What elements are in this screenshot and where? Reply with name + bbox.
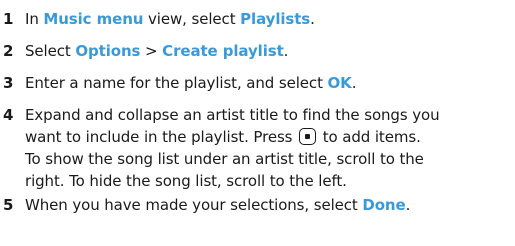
step-line: Expand and collapse an artist title to f… — [25, 106, 440, 124]
step-text: In Music menu view, select Playlists. — [25, 8, 315, 30]
step-text-part: Select — [25, 42, 76, 60]
step-text: Enter a name for the playlist, and selec… — [25, 72, 356, 94]
step-text-part: Enter a name for the playlist, and selec… — [25, 74, 328, 92]
music-menu-term: Music menu — [43, 10, 144, 28]
navi-key-icon — [299, 128, 317, 145]
options-term: Options — [75, 42, 141, 60]
step-number: 2 — [3, 42, 14, 60]
step-line: To show the song list under an artist ti… — [25, 150, 424, 168]
step-text: Select Options > Create playlist. — [25, 40, 288, 62]
step-text-part: to add items. — [318, 128, 421, 146]
done-term: Done — [362, 196, 406, 214]
step-number: 5 — [3, 196, 14, 214]
step-number: 1 — [3, 10, 14, 28]
step-text-part: . — [405, 196, 411, 214]
step-text-part: . — [310, 10, 315, 28]
step-text-part: . — [283, 42, 289, 60]
step-number: 3 — [3, 74, 14, 92]
step-text-part: When you have made your selections, sele… — [25, 196, 363, 214]
playlists-term: Playlists — [240, 10, 311, 28]
ok-term: OK — [327, 74, 352, 92]
create-playlist-term: Create playlist — [162, 42, 284, 60]
step-text-part: In — [25, 10, 44, 28]
step-line: right. To hide the song list, scroll to … — [25, 172, 347, 190]
step-text-part: . — [351, 74, 357, 92]
step-text-part: view, select — [143, 10, 241, 28]
step-text-part: > — [140, 42, 163, 60]
step-number: 4 — [3, 106, 14, 124]
step-line: want to include in the playlist. Press t… — [25, 126, 421, 148]
step-text: When you have made your selections, sele… — [25, 194, 410, 216]
step-text-part: want to include in the playlist. Press — [25, 128, 298, 146]
